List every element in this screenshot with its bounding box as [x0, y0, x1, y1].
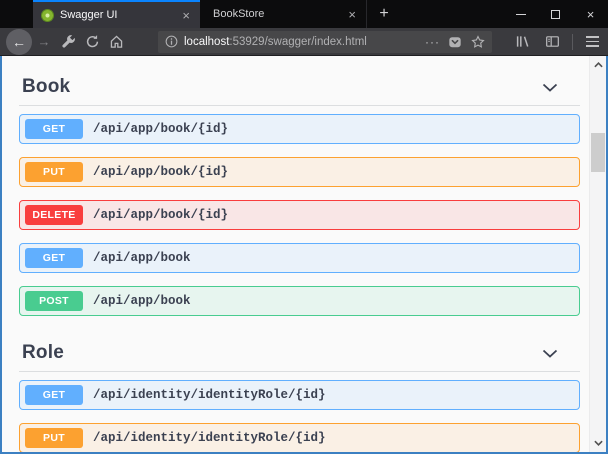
sidebar-button[interactable]: [540, 30, 564, 54]
menu-button[interactable]: [580, 36, 604, 47]
method-badge: GET: [25, 385, 83, 405]
hamburger-icon: [586, 36, 599, 38]
operation-path: /api/identity/identityRole/{id}: [93, 431, 326, 445]
tab-title: Swagger UI: [60, 9, 176, 21]
operation-list: GET /api/app/book/{id} PUT /api/app/book…: [19, 106, 580, 316]
forward-arrow-icon: →: [38, 34, 51, 49]
collapse-button[interactable]: [542, 349, 558, 358]
operation-row[interactable]: PUT /api/identity/identityRole/{id}: [19, 423, 580, 452]
bookmark-star-icon[interactable]: [471, 35, 485, 49]
section-header[interactable]: Book: [19, 76, 580, 106]
library-icon: [515, 34, 530, 49]
method-badge: POST: [25, 291, 83, 311]
chevron-down-icon: [542, 83, 558, 92]
url-bar[interactable]: localhost:53929/swagger/index.html ···: [158, 31, 492, 53]
swagger-favicon-icon: [41, 9, 54, 22]
back-button[interactable]: ←: [6, 29, 32, 55]
home-button[interactable]: [104, 30, 128, 54]
tab-swagger-ui[interactable]: Swagger UI ×: [33, 0, 200, 28]
api-section: Book GET /api/app/book/{id} PUT /api/app…: [19, 76, 580, 316]
pocket-icon[interactable]: [448, 35, 462, 49]
site-info-icon: [165, 35, 178, 48]
scrollbar-thumb[interactable]: [591, 133, 605, 172]
window-controls: ×: [503, 0, 608, 28]
operation-path: /api/app/book: [93, 251, 191, 265]
chevron-down-icon: [594, 440, 603, 446]
home-icon: [109, 34, 124, 49]
operation-path: /api/app/book/{id}: [93, 208, 228, 222]
forward-button[interactable]: →: [32, 30, 56, 54]
tab-bar-spacer: [0, 0, 33, 28]
browser-content: Book GET /api/app/book/{id} PUT /api/app…: [0, 56, 608, 454]
tab-close-icon[interactable]: ×: [176, 7, 200, 24]
section-title: Book: [22, 76, 70, 98]
customize-button[interactable]: [56, 30, 80, 54]
operation-row[interactable]: GET /api/app/book: [19, 243, 580, 273]
url-path: :53929/swagger/index.html: [229, 36, 366, 48]
operation-path: /api/identity/identityRole/{id}: [93, 388, 326, 402]
operation-row[interactable]: GET /api/app/book/{id}: [19, 114, 580, 144]
section-title: Role: [22, 342, 64, 364]
tab-bar: Swagger UI × BookStore × + ×: [0, 0, 608, 28]
operation-row[interactable]: DELETE /api/app/book/{id}: [19, 200, 580, 230]
url-host: localhost: [184, 36, 229, 48]
method-badge: PUT: [25, 162, 83, 182]
maximize-button[interactable]: [538, 0, 573, 28]
scroll-down-button[interactable]: [590, 436, 606, 450]
vertical-scrollbar[interactable]: [589, 56, 606, 452]
method-badge: DELETE: [25, 205, 83, 225]
chevron-down-icon: [542, 349, 558, 358]
api-sections: Book GET /api/app/book/{id} PUT /api/app…: [19, 76, 580, 452]
operation-path: /api/app/book: [93, 294, 191, 308]
method-badge: PUT: [25, 428, 83, 448]
wrench-icon: [61, 34, 76, 49]
close-icon: ×: [587, 8, 595, 21]
operation-row[interactable]: PUT /api/app/book/{id}: [19, 157, 580, 187]
back-arrow-icon: ←: [12, 34, 26, 50]
tab-close-icon[interactable]: ×: [342, 6, 366, 23]
swagger-page: Book GET /api/app/book/{id} PUT /api/app…: [2, 56, 589, 452]
operation-path: /api/app/book/{id}: [93, 165, 228, 179]
operation-list: GET /api/identity/identityRole/{id} PUT …: [19, 372, 580, 452]
toolbar-separator: [572, 34, 573, 50]
library-button[interactable]: [510, 30, 534, 54]
api-section: Role GET /api/identity/identityRole/{id}…: [19, 342, 580, 452]
operation-row[interactable]: POST /api/app/book: [19, 286, 580, 316]
maximize-icon: [551, 10, 560, 19]
reload-button[interactable]: [80, 30, 104, 54]
tab-title: BookStore: [213, 8, 342, 20]
page-actions-button[interactable]: ···: [425, 35, 440, 49]
browser-window: Swagger UI × BookStore × + × ← →: [0, 0, 608, 454]
navigation-toolbar: ← → localhost:53929/swagger/inde: [0, 28, 608, 56]
new-tab-button[interactable]: +: [371, 0, 397, 28]
collapse-button[interactable]: [542, 83, 558, 92]
minimize-icon: [516, 14, 526, 15]
sidebar-icon: [545, 34, 560, 49]
reload-icon: [85, 34, 100, 49]
method-badge: GET: [25, 248, 83, 268]
minimize-button[interactable]: [503, 0, 538, 28]
scroll-up-button[interactable]: [590, 58, 606, 72]
tab-bookstore[interactable]: BookStore ×: [200, 0, 367, 28]
method-badge: GET: [25, 119, 83, 139]
close-button[interactable]: ×: [573, 0, 608, 28]
chevron-up-icon: [594, 62, 603, 68]
operation-path: /api/app/book/{id}: [93, 122, 228, 136]
operation-row[interactable]: GET /api/identity/identityRole/{id}: [19, 380, 580, 410]
section-header[interactable]: Role: [19, 342, 580, 372]
